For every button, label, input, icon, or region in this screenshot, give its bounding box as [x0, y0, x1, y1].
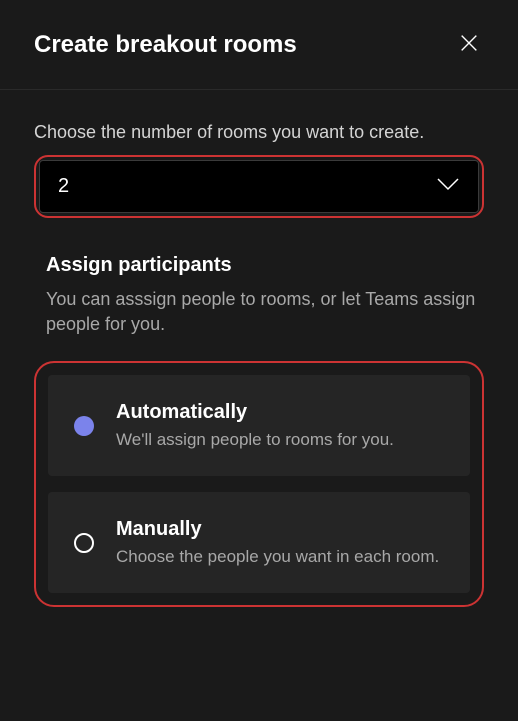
- dialog-header: Create breakout rooms: [0, 0, 518, 90]
- room-count-value: 2: [58, 175, 69, 198]
- dialog-content: Choose the number of rooms you want to c…: [0, 90, 518, 607]
- assign-options-highlight: Automatically We'll assign people to roo…: [34, 361, 484, 607]
- room-count-highlight: 2: [34, 155, 484, 218]
- close-button[interactable]: [454, 28, 484, 61]
- radio-automatically: [74, 416, 94, 436]
- radio-manually: [74, 533, 94, 553]
- option-text-container: Automatically We'll assign people to roo…: [116, 401, 452, 450]
- option-text-container: Manually Choose the people you want in e…: [116, 518, 452, 567]
- chevron-down-icon: [436, 177, 460, 196]
- radio-selected-icon: [74, 416, 94, 436]
- option-description: Choose the people you want in each room.: [116, 547, 452, 567]
- radio-unselected-icon: [74, 533, 94, 553]
- option-manually[interactable]: Manually Choose the people you want in e…: [48, 492, 470, 593]
- room-count-dropdown[interactable]: 2: [39, 160, 479, 213]
- breakout-rooms-dialog: Create breakout rooms Choose the number …: [0, 0, 518, 721]
- room-count-instruction: Choose the number of rooms you want to c…: [34, 122, 484, 143]
- assign-description: You can asssign people to rooms, or let …: [46, 287, 484, 337]
- dialog-title: Create breakout rooms: [34, 31, 297, 59]
- close-icon: [458, 32, 480, 57]
- option-automatically[interactable]: Automatically We'll assign people to roo…: [48, 375, 470, 476]
- assign-title: Assign participants: [46, 254, 484, 277]
- option-description: We'll assign people to rooms for you.: [116, 430, 452, 450]
- option-label: Automatically: [116, 401, 452, 424]
- option-label: Manually: [116, 518, 452, 541]
